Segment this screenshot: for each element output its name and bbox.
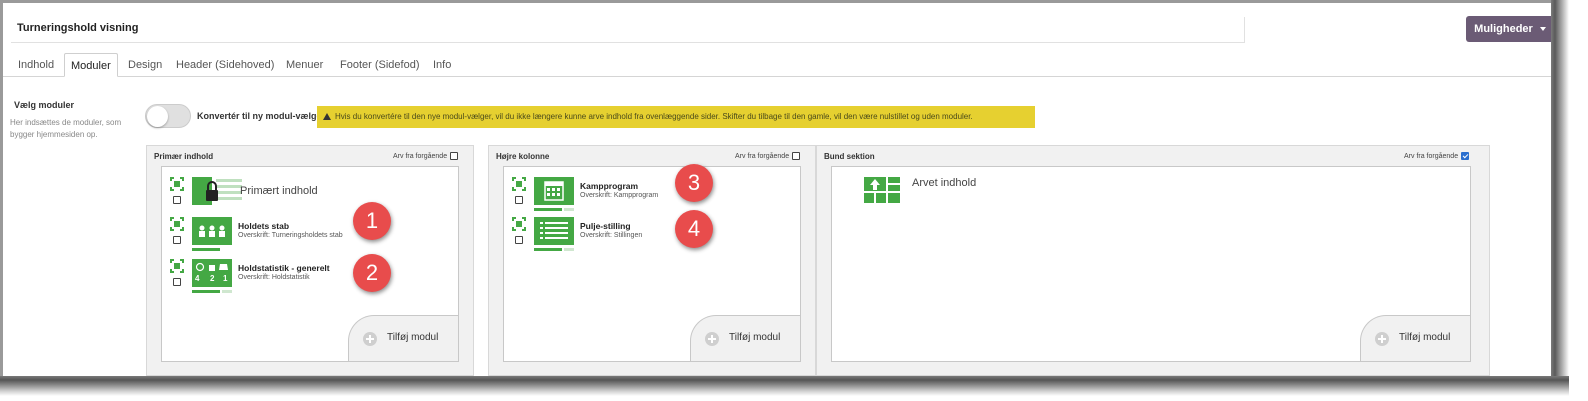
options-button-label: Muligheder [1474, 23, 1533, 35]
panel-primary: Primær indhold Arv fra forgående Primært… [146, 145, 474, 376]
inherit-checkbox[interactable] [1461, 152, 1470, 160]
plus-icon [705, 332, 719, 346]
tab-footer[interactable]: Footer (Sidefod) [340, 53, 419, 77]
module-bar [192, 248, 220, 251]
module-bar [534, 208, 562, 211]
toggle-knob [147, 106, 168, 127]
panel-right-title: Højre kolonne [496, 152, 550, 161]
annotation-badge: 2 [353, 254, 391, 292]
module-name: Holdets stab [238, 221, 290, 231]
tab-indhold[interactable]: Indhold [18, 53, 54, 77]
convert-toggle[interactable] [145, 104, 191, 128]
lock-icon [192, 177, 242, 205]
panel-bottom-inherit[interactable]: Arv fra forgående [1404, 152, 1470, 160]
module-name: Primært indhold [240, 185, 318, 197]
editor-content: Turneringshold visning Muligheder Indhol… [3, 3, 1551, 376]
panel-primary-content: Primært indhold Holdets stab Overskrift:… [161, 166, 459, 362]
team-stats-icon: 4 2 1 [192, 259, 232, 287]
plus-icon [363, 332, 377, 346]
frame-edge [0, 0, 1554, 3]
standings-icon [534, 217, 574, 245]
inherit-label: Arv fra forgående [393, 152, 448, 160]
convert-warning: Hvis du konvertére til den nye modul-væl… [317, 106, 1035, 128]
module-checkbox[interactable] [173, 236, 181, 244]
module-bar-light [564, 208, 574, 211]
panel-right-inherit[interactable]: Arv fra forgående [735, 152, 801, 160]
module-bar-light [222, 290, 232, 293]
convert-toggle-label: Konvertér til ny modul-vælger [197, 111, 326, 121]
module-team-stats[interactable]: 4 2 1 Holdstatistik - generelt Overskrif… [170, 259, 450, 295]
panel-bottom-content: Arvet indhold Tilføj modul [831, 166, 1471, 362]
select-module-icon[interactable] [512, 217, 526, 231]
frame-shadow [0, 376, 1569, 396]
add-module-label: Tilføj modul [729, 332, 781, 343]
tab-bar: Indhold Moduler Design Header (Sidehoved… [3, 53, 1551, 77]
inherited-content-label: Arvet indhold [912, 177, 977, 189]
module-name: Pulje-stilling [580, 221, 631, 231]
module-bar-light [564, 248, 574, 251]
caret-down-icon [1539, 27, 1546, 31]
add-module-label: Tilføj modul [387, 332, 439, 343]
select-module-icon[interactable] [170, 217, 184, 231]
module-primary-content[interactable]: Primært indhold [170, 177, 450, 213]
inherit-checkbox[interactable] [450, 152, 459, 160]
module-match-program[interactable]: Kampprogram Overskrift: Kampprogram [512, 177, 792, 213]
panel-right-content: Kampprogram Overskrift: Kampprogram Pulj… [503, 166, 801, 362]
frame-edge [0, 0, 3, 390]
panel-primary-inherit[interactable]: Arv fra forgående [393, 152, 459, 160]
module-checkbox[interactable] [173, 196, 181, 204]
plus-icon [1375, 332, 1389, 346]
panel-primary-title: Primær indhold [154, 152, 214, 161]
tab-header[interactable]: Header (Sidehoved) [176, 53, 274, 77]
module-checkbox[interactable] [173, 278, 181, 286]
select-module-icon[interactable] [170, 177, 184, 191]
module-bar [192, 290, 220, 293]
inherit-checkbox[interactable] [792, 152, 801, 160]
calendar-icon [534, 177, 574, 205]
module-name: Kampprogram [580, 181, 639, 191]
module-name: Holdstatistik - generelt [238, 263, 330, 273]
module-subtitle: Overskrift: Turneringsholdets stab [238, 232, 343, 239]
options-button[interactable]: Muligheder [1466, 16, 1551, 42]
annotation-badge: 4 [675, 210, 713, 248]
tab-moduler[interactable]: Moduler [64, 53, 118, 77]
frame-shadow [1551, 0, 1569, 394]
stat-value: 4 [195, 274, 200, 283]
module-team-staff[interactable]: Holdets stab Overskrift: Turneringsholde… [170, 217, 450, 253]
module-checkbox[interactable] [515, 196, 523, 204]
module-bar [534, 248, 562, 251]
tab-menuer[interactable]: Menuer [286, 53, 323, 77]
add-module-button[interactable]: Tilføj modul [690, 315, 800, 361]
page-title-input[interactable]: Turneringshold visning [11, 17, 1245, 43]
inherit-label: Arv fra forgående [735, 152, 790, 160]
select-module-icon[interactable] [170, 259, 184, 273]
annotation-badge: 1 [353, 202, 391, 240]
inherit-label: Arv fra forgående [1404, 152, 1459, 160]
module-subtitle: Overskrift: Kampprogram [580, 192, 659, 199]
panel-bottom-title: Bund sektion [824, 152, 875, 161]
tab-design[interactable]: Design [128, 53, 162, 77]
tab-info[interactable]: Info [433, 53, 451, 77]
inherited-content-icon [864, 177, 900, 203]
panel-bottom: Bund sektion Arv fra forgående Arvet ind… [816, 145, 1490, 376]
module-subtitle: Overskrift: Holdstatistik [238, 274, 310, 281]
panel-right: Højre kolonne Arv fra forgående Kampprog… [488, 145, 816, 376]
staff-icon [192, 217, 232, 245]
add-module-label: Tilføj modul [1399, 332, 1451, 343]
convert-warning-text: Hvis du konvertére til den nye modul-væl… [335, 112, 973, 121]
warning-icon [323, 113, 331, 120]
stat-value: 1 [223, 274, 228, 283]
stat-value: 2 [210, 274, 215, 283]
window-frame: Turneringshold visning Muligheder Indhol… [0, 0, 1588, 401]
modules-section-description: Her indsættes de moduler, som bygger hje… [10, 118, 122, 139]
add-module-button[interactable]: Tilføj modul [348, 315, 458, 361]
module-checkbox[interactable] [515, 236, 523, 244]
module-subtitle: Overskrift: Stillingen [580, 232, 643, 239]
select-module-icon[interactable] [512, 177, 526, 191]
module-pool-standings[interactable]: Pulje-stilling Overskrift: Stillingen [512, 217, 792, 253]
modules-section-title: Vælg moduler [14, 100, 75, 110]
annotation-badge: 3 [675, 164, 713, 202]
add-module-button[interactable]: Tilføj modul [1360, 315, 1470, 361]
